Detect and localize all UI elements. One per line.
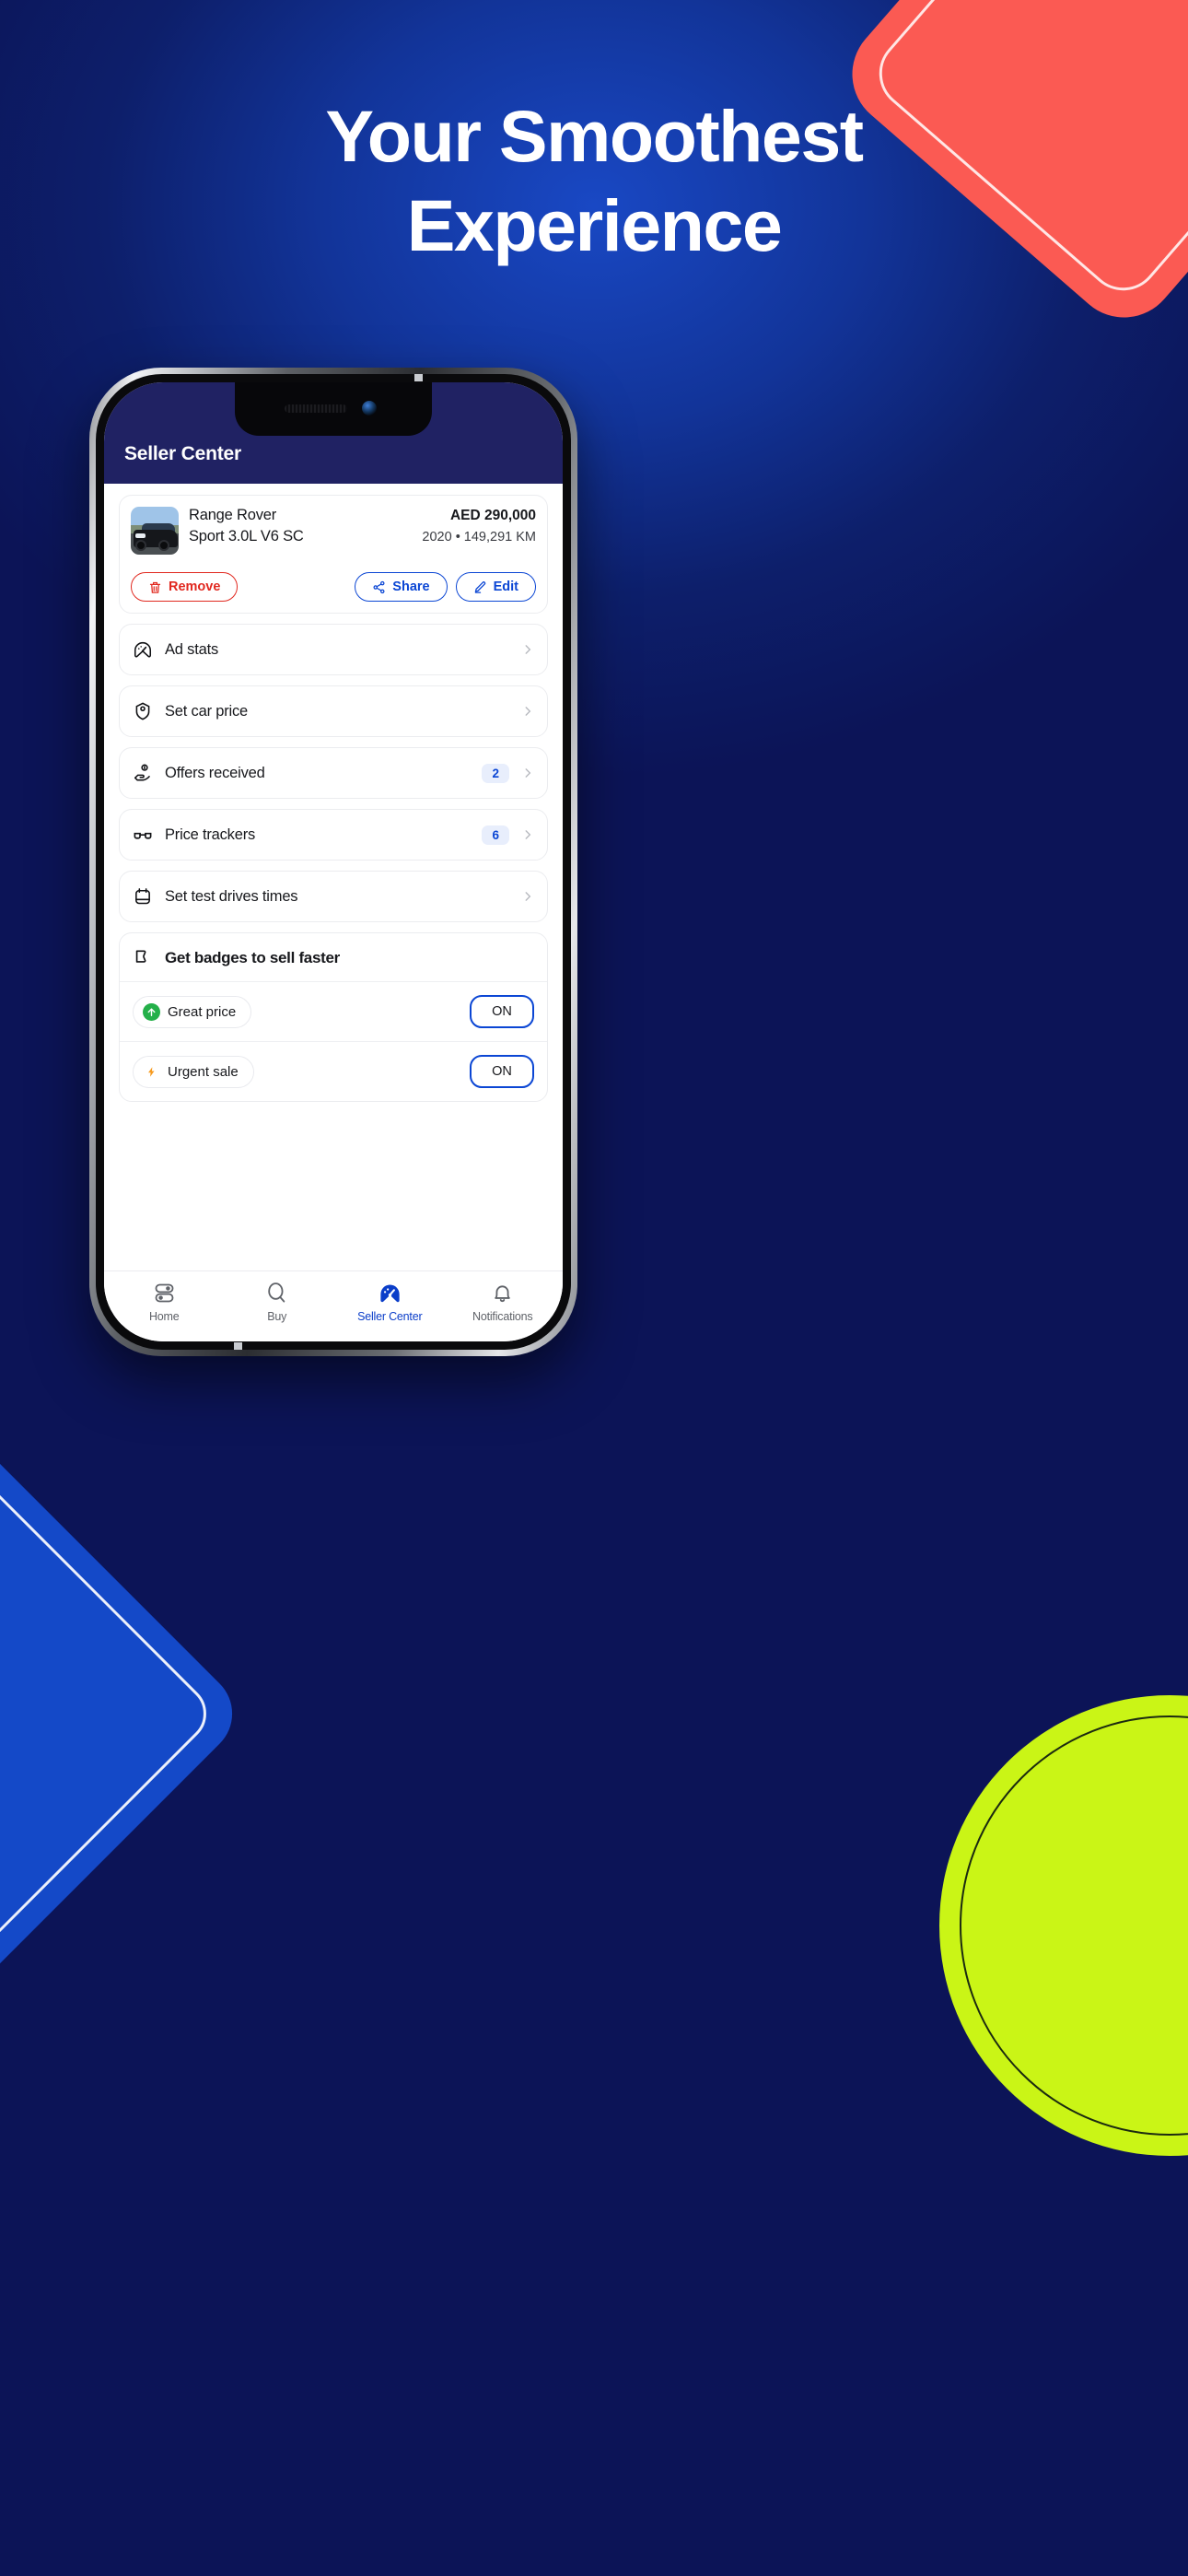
badges-title: Get badges to sell faster	[165, 949, 340, 966]
menu-row-label: Ad stats	[165, 640, 219, 658]
urgent-sale-toggle[interactable]: ON	[470, 1055, 534, 1088]
status-badge: 2	[482, 763, 509, 783]
chevron-right-icon	[521, 828, 534, 841]
menu-row-set-test-drives-times[interactable]: Set test drives times	[119, 871, 548, 922]
chevron-right-icon	[521, 643, 534, 656]
great-price-toggle[interactable]: ON	[470, 995, 534, 1028]
phone-bezel: Seller Center Range Rover AED 290,000 Sp…	[96, 374, 571, 1350]
decorative-lime-circle	[939, 1695, 1188, 2156]
banner-badge-icon	[133, 948, 153, 968]
nav-item-seller-center[interactable]: Seller Center	[333, 1281, 447, 1323]
nav-label: Notifications	[472, 1310, 533, 1323]
edit-button-label: Edit	[493, 580, 518, 594]
price-tag-icon	[133, 701, 153, 721]
glasses-icon	[133, 825, 153, 845]
badge-chip[interactable]: Urgent sale	[133, 1055, 254, 1088]
share-icon	[372, 580, 386, 594]
nav-item-home[interactable]: Home	[108, 1281, 221, 1323]
speedometer-filled-icon	[378, 1281, 402, 1306]
menu-row-label: Offers received	[165, 764, 265, 781]
edit-button[interactable]: Edit	[455, 572, 536, 602]
car-details: Range Rover AED 290,000 Sport 3.0L V6 SC…	[189, 507, 536, 545]
car-name-line-2: Sport 3.0L V6 SC	[189, 528, 304, 544]
car-name-line-1: Range Rover	[189, 507, 277, 523]
menu-row-offers-received[interactable]: Offers received 2	[119, 747, 548, 799]
headline-line-1: Your Smoothest	[325, 95, 864, 177]
nav-item-buy[interactable]: Buy	[221, 1281, 334, 1323]
speaker-grille-icon	[285, 404, 347, 413]
page-title: Seller Center	[124, 443, 241, 464]
status-badge: 6	[482, 825, 509, 845]
menu-row-label: Set car price	[165, 702, 249, 720]
badge-row-urgent-sale: Urgent sale ON	[120, 1041, 547, 1101]
car-price: AED 290,000	[449, 508, 536, 523]
menu-row-label: Price trackers	[165, 825, 256, 843]
pencil-icon	[473, 580, 487, 594]
orange-bolt-icon	[143, 1063, 160, 1081]
hand-coin-icon	[133, 763, 153, 783]
share-button[interactable]: Share	[355, 572, 448, 602]
badge-chip-label: Urgent sale	[168, 1063, 239, 1080]
remove-button-label: Remove	[169, 580, 221, 594]
phone-notch	[235, 382, 432, 436]
badge-chip-label: Great price	[168, 1003, 237, 1020]
car-action-buttons: Remove Share Edit	[131, 572, 536, 602]
car-summary: Range Rover AED 290,000 Sport 3.0L V6 SC…	[131, 507, 536, 555]
front-camera-icon	[362, 401, 377, 416]
badge-chip[interactable]: Great price	[133, 995, 252, 1028]
phone-antenna-line-bottom	[234, 1342, 242, 1350]
chevron-right-icon	[521, 890, 534, 903]
nav-label: Buy	[267, 1310, 287, 1323]
phone-screen: Seller Center Range Rover AED 290,000 Sp…	[104, 382, 563, 1341]
calendar-icon	[133, 886, 153, 907]
chevron-right-icon	[521, 767, 534, 779]
headline-line-2: Experience	[406, 184, 783, 266]
menu-row-label: Set test drives times	[165, 887, 298, 905]
phone-mockup: Seller Center Range Rover AED 290,000 Sp…	[89, 368, 577, 1356]
badges-card: Get badges to sell faster Great price ON	[119, 932, 548, 1102]
trash-icon	[148, 580, 162, 594]
remove-button[interactable]: Remove	[131, 572, 239, 602]
sliders-icon	[152, 1281, 177, 1306]
share-button-label: Share	[392, 580, 430, 594]
badge-row-great-price: Great price ON	[120, 981, 547, 1041]
nav-label: Seller Center	[357, 1310, 423, 1323]
badges-header: Get badges to sell faster	[120, 933, 547, 981]
car-listing-card: Range Rover AED 290,000 Sport 3.0L V6 SC…	[119, 495, 548, 614]
speedometer-icon	[133, 639, 153, 660]
car-year-mileage: 2020 • 149,291 KM	[422, 530, 536, 544]
menu-row-ad-stats[interactable]: Ad stats	[119, 624, 548, 675]
nav-item-notifications[interactable]: Notifications	[447, 1281, 560, 1323]
promo-headline: Your Smoothest Experience	[0, 100, 1188, 262]
phone-antenna-line-top	[414, 374, 423, 381]
bottom-navigation: Home Buy Seller Center Notifications	[104, 1270, 563, 1341]
menu-row-price-trackers[interactable]: Price trackers 6	[119, 809, 548, 861]
green-arrow-up-icon	[143, 1002, 160, 1021]
chevron-right-icon	[521, 705, 534, 718]
search-icon	[264, 1281, 289, 1306]
menu-row-set-car-price[interactable]: Set car price	[119, 685, 548, 737]
nav-label: Home	[148, 1310, 180, 1323]
app-content: Range Rover AED 290,000 Sport 3.0L V6 SC…	[104, 484, 563, 1270]
decorative-blue-square	[0, 1426, 250, 2001]
car-photo-thumbnail[interactable]	[131, 507, 179, 555]
bell-icon	[490, 1281, 515, 1306]
